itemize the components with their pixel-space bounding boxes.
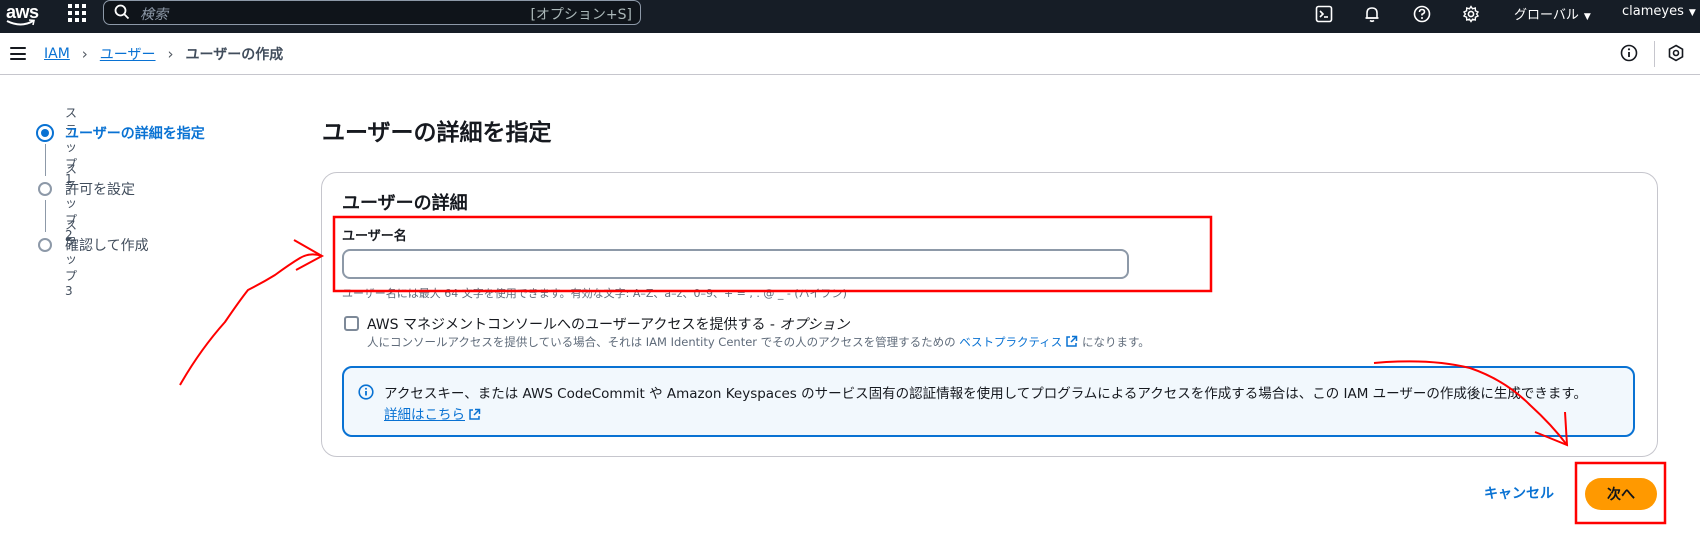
description-text-end: になります。 [1078,335,1150,349]
step-connector [45,144,46,176]
breadcrumb-bar: IAM › ユーザー › ユーザーの作成 [0,33,1700,75]
user-details-container: ユーザーの詳細 ユーザー名 ユーザー名には最大 64 文字を使用できます。有効な… [321,172,1658,457]
apps-grid-icon[interactable] [68,4,86,22]
description-text: 人にコンソールアクセスを提供している場合、それは IAM Identity Ce… [367,335,960,349]
external-link-icon [469,408,481,420]
best-practice-link-text: ベストプラクティス [959,335,1063,349]
search-placeholder: 検索 [140,7,168,23]
step-title: 確認して作成 [65,238,149,254]
search-bar[interactable]: 検索 [オプション+S] [103,0,641,25]
step-indicator [38,238,52,252]
chevron-right-icon: › [167,45,174,63]
step-title: 許可を設定 [65,182,135,198]
smile-arrow-icon [6,19,35,26]
breadcrumb-link-iam[interactable]: IAM [44,46,70,62]
step-number: ステップ 3 [65,218,78,298]
step-connector [45,200,46,232]
search-shortcut-hint: [オプション+S] [530,7,632,23]
gear-icon[interactable] [1460,3,1482,25]
container-title: ユーザーの詳細 [342,193,468,214]
next-button[interactable]: 次へ [1585,478,1657,510]
best-practice-link[interactable]: ベストプラクティス [959,335,1078,349]
account-label: clameyes [1622,4,1684,19]
step-title: ユーザーの詳細を指定 [65,126,205,142]
username-label: ユーザー名 [342,229,407,244]
cloudshell-icon[interactable] [1313,3,1335,25]
username-input[interactable] [342,249,1129,279]
caret-down-icon: ▼ [1688,8,1696,18]
step-indicator [38,182,52,196]
info-icon [358,384,374,400]
search-icon [114,4,130,20]
username-constraint-hint: ユーザー名には最大 64 文字を使用できます。有効な文字: A–Z、a–z、0–… [342,287,847,300]
region-selector[interactable]: グローバル ▼ [1514,4,1591,23]
breadcrumb: IAM › ユーザー › ユーザーの作成 [44,44,283,64]
aws-logo[interactable]: aws [4,2,40,30]
page-title: ユーザーの詳細を指定 [322,120,552,146]
learn-more-text: 詳細はこちら [384,407,465,423]
top-navigation: aws 検索 [オプション+S] グローバル ▼ clameyes ▼ [0,0,1700,33]
info-alert: アクセスキー、または AWS CodeCommit や Amazon Keysp… [342,366,1635,437]
console-access-label[interactable]: AWS マネジメントコンソールへのユーザーアクセスを提供する - オプション [367,314,849,334]
optional-tag: オプション [779,317,850,333]
console-access-description: 人にコンソールアクセスを提供している場合、それは IAM Identity Ce… [367,334,1150,350]
help-icon[interactable] [1411,3,1433,25]
chevron-right-icon: › [81,45,88,63]
learn-more-link[interactable]: 詳細はこちら [384,403,481,423]
settings-panel-icon[interactable] [1666,43,1686,63]
info-panel-icon[interactable] [1619,43,1639,63]
external-link-icon [1066,335,1078,347]
step-indicator-active [36,124,54,142]
caret-down-icon: ▼ [1583,12,1591,22]
annotation-arrowhead-left [293,239,325,271]
info-alert-text: アクセスキー、または AWS CodeCommit や Amazon Keysp… [384,386,1588,402]
breadcrumb-current: ユーザーの作成 [185,47,284,63]
account-menu[interactable]: clameyes ▼ [1622,4,1696,19]
menu-icon[interactable] [10,47,26,60]
bell-icon[interactable] [1361,3,1383,25]
console-access-checkbox[interactable] [344,316,359,331]
annotation-arrow-left [179,253,323,386]
divider [1654,41,1655,67]
region-label: グローバル [1514,8,1579,23]
breadcrumb-link-users[interactable]: ユーザー [100,44,156,64]
cancel-button[interactable]: キャンセル [1484,483,1554,503]
console-access-text: AWS マネジメントコンソールへのユーザーアクセスを提供する - [367,317,780,333]
